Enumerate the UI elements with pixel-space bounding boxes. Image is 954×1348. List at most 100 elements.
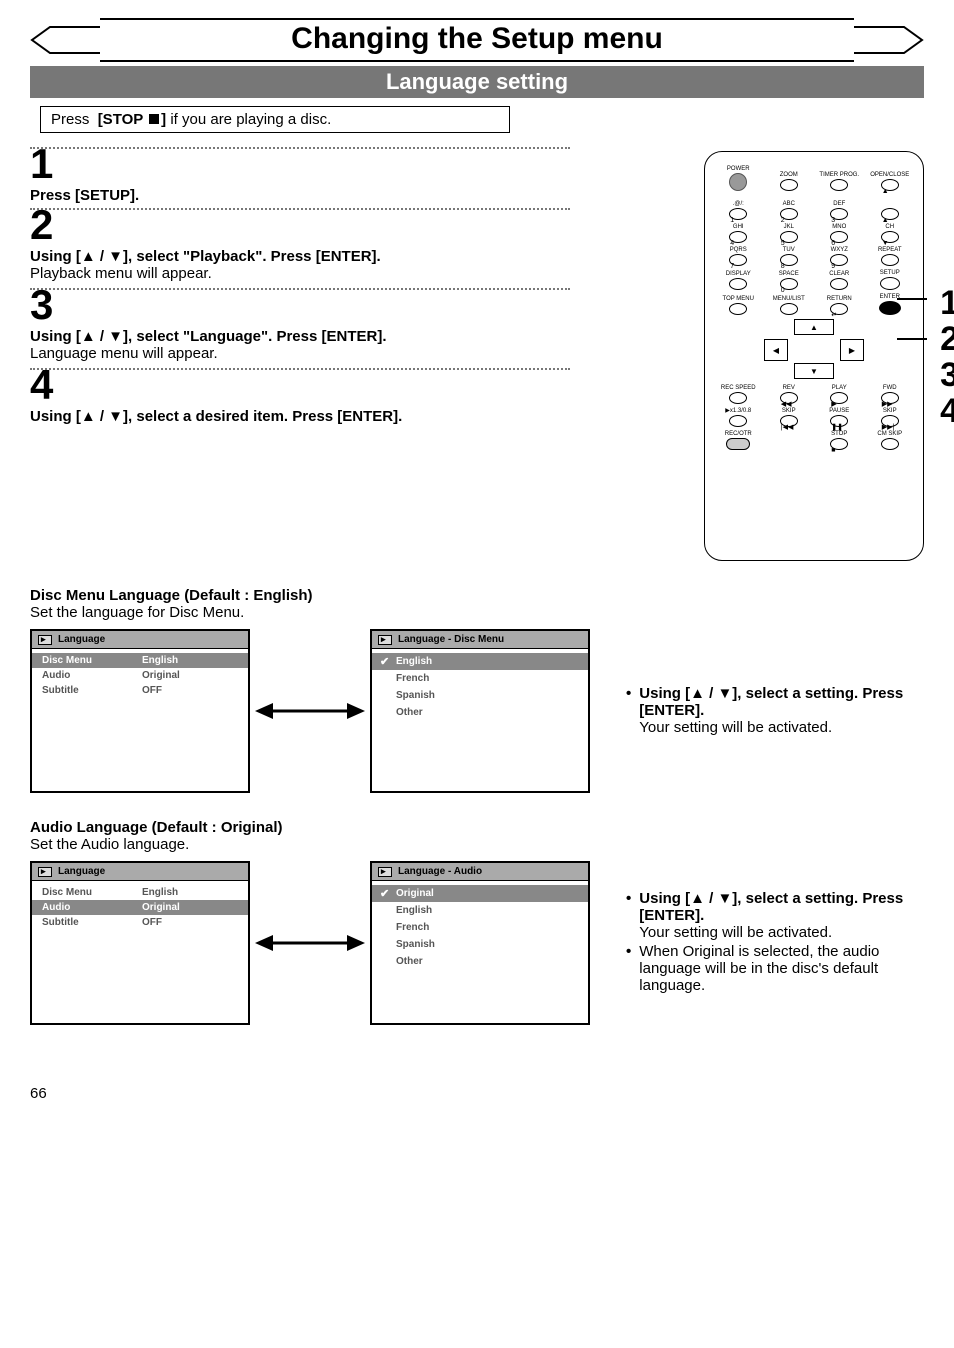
osd-title-icon — [38, 635, 52, 645]
key-6-button[interactable]: 6 — [830, 231, 848, 243]
repeat-button[interactable] — [881, 254, 899, 266]
osd-option[interactable]: French — [372, 919, 588, 936]
remote-label: MNO — [832, 224, 846, 230]
hint-text: Your setting will be activated. — [639, 719, 832, 736]
osd-option[interactable]: Original — [372, 885, 588, 902]
callout-4: 4 — [940, 394, 954, 430]
osd-item[interactable]: Disc MenuEnglish — [32, 653, 248, 668]
remote-label: TOP MENU — [723, 296, 754, 302]
disc-menu-heading: Disc Menu Language (Default : English) — [30, 587, 924, 604]
rev-button[interactable]: ◀◀ — [780, 392, 798, 404]
osd-body: Disc MenuEnglishAudioOriginalSubtitleOFF — [32, 649, 248, 702]
osd-option[interactable]: English — [372, 653, 588, 670]
remote-label: TUV — [783, 247, 795, 253]
key-7-button[interactable]: 7 — [729, 254, 747, 266]
osd-item[interactable]: AudioOriginal — [32, 900, 248, 915]
remote-label: SETUP — [880, 270, 900, 276]
key-1-button[interactable]: 1 — [729, 208, 747, 220]
timer-prog-button[interactable] — [830, 179, 848, 191]
stop-button[interactable]: ■ — [830, 438, 848, 450]
remote-label: ABC — [783, 201, 795, 207]
return-button[interactable]: ↵ — [830, 303, 848, 315]
remote-label: CM SKIP — [877, 431, 902, 437]
x13-button[interactable] — [729, 415, 747, 427]
osd-option[interactable]: French — [372, 670, 588, 687]
stop-icon — [149, 114, 159, 124]
dpad-up-button[interactable]: ▲ — [794, 319, 834, 335]
rec-otr-button[interactable] — [726, 438, 750, 450]
skip-fwd-button[interactable]: ▶▶| — [881, 415, 899, 427]
setup-button[interactable] — [880, 277, 900, 290]
osd-item[interactable]: AudioOriginal — [32, 668, 248, 683]
remote-illustration: 1 2 3 4 POWER ZOOM TIMER PROG. OPEN/CLOS… — [704, 151, 924, 561]
step-2-num: 2 — [30, 204, 570, 246]
remote-label: FWD — [883, 385, 897, 391]
key-9-button[interactable]: 9 — [830, 254, 848, 266]
banner-right-arrow-icon — [854, 25, 924, 55]
hint-extra: When Original is selected, the audio lan… — [639, 943, 924, 994]
double-arrow-icon — [250, 928, 370, 958]
stop-button-label: [STOP — [98, 111, 147, 128]
remote-label: POWER — [727, 166, 750, 172]
ch-up-button[interactable]: ▲ — [881, 208, 899, 220]
osd-item[interactable]: Disc MenuEnglish — [32, 885, 248, 900]
disc-menu-right-osd: Language - Disc Menu EnglishFrenchSpanis… — [370, 629, 590, 793]
enter-button[interactable] — [879, 301, 901, 315]
key-5-button[interactable]: 5 — [780, 231, 798, 243]
remote-label: REPEAT — [878, 247, 902, 253]
callout-line-icon — [897, 298, 927, 300]
menu-list-button[interactable] — [780, 303, 798, 315]
audio-row: Language Disc MenuEnglishAudioOriginalSu… — [30, 861, 924, 1025]
remote-label: MENU/LIST — [773, 296, 805, 302]
osd-item[interactable]: SubtitleOFF — [32, 915, 248, 930]
callout-1: 1 — [940, 286, 954, 322]
remote-label: JKL — [784, 224, 794, 230]
skip-back-button[interactable]: |◀◀ — [780, 415, 798, 427]
open-close-button[interactable]: ▲ — [881, 179, 899, 191]
disc-menu-left-osd: Language Disc MenuEnglishAudioOriginalSu… — [30, 629, 250, 793]
osd-option[interactable]: Spanish — [372, 687, 588, 704]
power-button[interactable] — [729, 173, 747, 191]
osd-option[interactable]: English — [372, 902, 588, 919]
remote-label: PLAY — [832, 385, 847, 391]
osd-title-text: Language — [58, 634, 105, 645]
remote-callout-numbers: 1 2 3 4 — [940, 286, 954, 430]
top-menu-button[interactable] — [729, 303, 747, 315]
step-1-num: 1 — [30, 143, 570, 185]
play-button[interactable]: ▶ — [830, 392, 848, 404]
clear-button[interactable] — [830, 278, 848, 290]
remote-label: DISPLAY — [726, 271, 751, 277]
display-button[interactable] — [729, 278, 747, 290]
step-3-text: Using [▲ / ▼], select "Language". Press … — [30, 328, 570, 345]
remote-label: OPEN/CLOSE — [870, 172, 909, 178]
zoom-button[interactable] — [780, 179, 798, 191]
osd-title-icon — [378, 867, 392, 877]
osd-title-icon — [378, 635, 392, 645]
key-3-button[interactable]: 3 — [830, 208, 848, 220]
osd-body: Disc MenuEnglishAudioOriginalSubtitleOFF — [32, 881, 248, 934]
fwd-button[interactable]: ▶▶ — [881, 392, 899, 404]
dpad: ▲ ▼ ◀ ▶ — [764, 319, 864, 379]
pause-button[interactable]: ❚❚ — [830, 415, 848, 427]
dpad-right-button[interactable]: ▶ — [840, 339, 864, 361]
callout-line-icon — [897, 338, 927, 340]
dpad-left-button[interactable]: ◀ — [764, 339, 788, 361]
osd-body: OriginalEnglishFrenchSpanishOther — [372, 881, 588, 974]
dpad-down-button[interactable]: ▼ — [794, 363, 834, 379]
step-4-num: 4 — [30, 364, 570, 406]
key-2-button[interactable]: 2 — [780, 208, 798, 220]
ch-down-button[interactable]: ▼ — [881, 231, 899, 243]
page-title: Changing the Setup menu — [100, 18, 854, 62]
key-0-button[interactable]: 0 — [780, 278, 798, 290]
key-4-button[interactable]: 4 — [729, 231, 747, 243]
rec-speed-button[interactable] — [729, 392, 747, 404]
osd-item[interactable]: SubtitleOFF — [32, 683, 248, 698]
osd-option[interactable]: Spanish — [372, 936, 588, 953]
step-1-text: Press [SETUP]. — [30, 187, 570, 204]
osd-option[interactable]: Other — [372, 953, 588, 970]
audio-right-osd: Language - Audio OriginalEnglishFrenchSp… — [370, 861, 590, 1025]
remote-label: CLEAR — [829, 271, 849, 277]
cm-skip-button[interactable] — [881, 438, 899, 450]
osd-option[interactable]: Other — [372, 704, 588, 721]
key-8-button[interactable]: 8 — [780, 254, 798, 266]
